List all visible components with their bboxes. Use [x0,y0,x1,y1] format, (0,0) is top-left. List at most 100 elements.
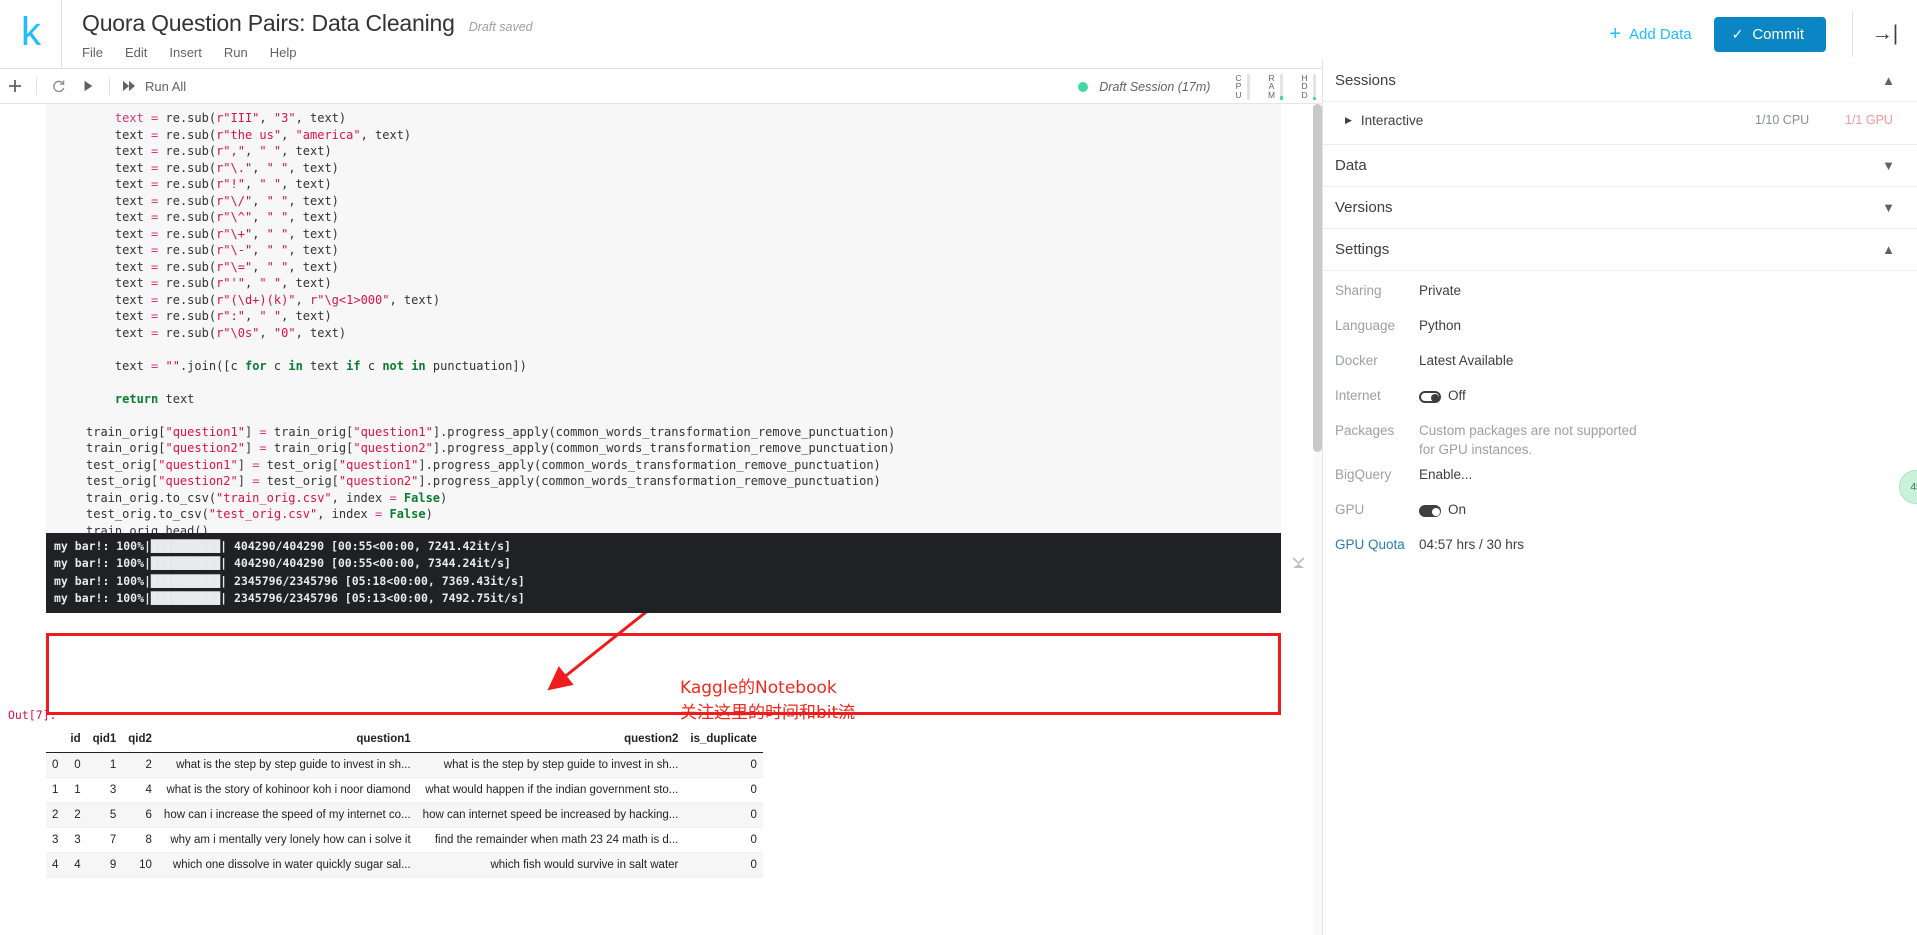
cell-qid1: 1 [86,752,123,778]
cell-is-duplicate: 0 [684,827,763,853]
cpu-meter-bar [1246,73,1250,100]
code-line: text = re.sub(r"\-", " ", text) [86,243,339,257]
collapse-right-icon: →| [1871,22,1899,45]
divider [36,77,37,95]
commit-button[interactable]: ✓ Commit [1713,16,1826,52]
notebook-body: text = re.sub(r"III", "3", text) text = … [0,104,1322,935]
run-cell-button[interactable] [73,69,103,104]
cpu-meter[interactable]: CPU [1235,73,1250,100]
chevron-right-icon: ▶ [1345,114,1352,125]
cell-question1: what is the story of kohinoor koh i noor… [157,777,417,803]
session-row-interactive[interactable]: ▶ Interactive 1/10 CPU 1/1 GPU [1323,102,1917,138]
cell-qid2: 4 [122,777,158,803]
settings-section-header[interactable]: Settings ▲ [1323,229,1917,271]
code-editor-content[interactable]: text = re.sub(r"III", "3", text) text = … [46,110,1281,539]
col-question1: question1 [157,729,417,753]
setting-key: GPU [1335,502,1365,517]
cell-index: 1 [46,777,65,803]
code-line: text = re.sub(r"\+", " ", text) [86,226,339,241]
cell-qid2: 10 [122,852,158,878]
code-cell[interactable]: text = re.sub(r"III", "3", text) text = … [46,104,1281,551]
col-id: id [64,729,87,753]
code-line: text = "".join([c for c in text if c not… [86,358,527,373]
run-all-button[interactable]: Run All [122,79,186,94]
cell-qid2: 6 [122,802,158,828]
gpu-toggle[interactable] [1419,505,1448,517]
notebook-scrollbar-thumb[interactable] [1313,104,1322,452]
cell-index: 0 [46,752,65,778]
cell-question2: find the remainder when math 23 24 math … [416,827,685,853]
add-cell-button[interactable] [0,69,30,104]
setting-gpu-quota[interactable]: GPU Quota 04:57 hrs / 30 hrs [1323,535,1917,564]
table-header: id qid1 qid2 question1 question2 is_dupl… [46,729,763,753]
collapse-output-button[interactable] [1287,552,1309,574]
code-line: text = re.sub(r"\.", " ", text) [86,160,339,175]
add-data-label: Add Data [1629,25,1692,43]
notebook-toolbar: Run All Draft Session (17m) CPU RAM HDD [0,69,1322,104]
hdd-meter[interactable]: HDD [1301,73,1316,100]
versions-section-header[interactable]: Versions ▼ [1323,187,1917,229]
setting-internet[interactable]: Internet Off [1323,386,1917,415]
refresh-icon [52,80,64,92]
code-line: text = re.sub(r":", " ", text) [86,309,332,323]
cell-qid2: 8 [122,827,158,853]
cell-id: 3 [64,827,87,853]
cell-question2: which fish would survive in salt water [416,852,685,878]
session-status: Draft Session (17m) CPU RAM HDD [1078,69,1322,104]
terminal-line: my bar!: 100%|██████████| 404290/404290 … [54,539,511,553]
cell-question2: how can internet speed be increased by h… [416,802,685,828]
setting-key[interactable]: GPU Quota [1335,535,1419,554]
code-line: return text [114,391,195,406]
cell-question1: why am i mentally very lonely how can i … [157,827,417,853]
col-qid1: qid1 [86,729,123,753]
sessions-section-header[interactable]: Sessions ▲ [1323,60,1917,102]
add-data-button[interactable]: + Add Data [1609,24,1691,44]
gpu-toggle-label: On [1448,502,1467,517]
code-line: text = re.sub(r"\0s", "0", text) [86,325,347,340]
setting-gpu[interactable]: GPU On [1323,500,1917,529]
collapse-panel-button[interactable]: →| [1853,0,1917,68]
menu-item-run[interactable]: Run [224,45,248,60]
chevron-up-icon: ▲ [1882,73,1895,88]
setting-language[interactable]: Language Python [1323,316,1917,345]
restart-session-button[interactable] [43,69,73,104]
cell-output-terminal: my bar!: 100%|██████████| 404290/404290 … [46,533,1281,613]
menu-item-edit[interactable]: Edit [125,45,147,60]
kaggle-logo[interactable]: k [0,0,62,68]
table-row: 1 1 3 4 what is the story of kohinoor ko… [46,777,763,803]
cell-id: 1 [64,777,87,803]
annotation-text: Kaggle的Notebook 关注这里的时间和bit流 [680,678,856,723]
internet-toggle[interactable] [1419,391,1448,403]
code-line: train_orig["question2"] = train_orig["qu… [86,441,896,455]
ram-meter-bar [1280,73,1284,100]
setting-value[interactable]: Enable... [1419,465,1472,484]
menu-item-help[interactable]: Help [270,45,297,60]
dataframe-output: id qid1 qid2 question1 question2 is_dupl… [46,729,763,878]
setting-key: Internet [1335,388,1381,403]
setting-value: 04:57 hrs / 30 hrs [1419,537,1525,552]
sessions-title: Sessions [1335,72,1396,89]
setting-sharing[interactable]: Sharing Private [1323,281,1917,310]
code-line: test_orig["question1"] = test_orig["ques… [86,457,881,472]
setting-docker[interactable]: Docker Latest Available [1323,351,1917,380]
plus-icon [9,80,21,92]
setting-value: Private [1419,283,1462,298]
kaggle-logo-icon: k [21,10,41,54]
cell-question1: how can i increase the speed of my inter… [157,802,417,828]
setting-bigquery[interactable]: BigQuery Enable... [1323,465,1917,494]
table-row: 3 3 7 8 why am i mentally very lonely ho… [46,827,763,853]
menu-item-file[interactable]: File [82,45,103,60]
session-status-text: Draft Session (17m) [1099,79,1211,94]
data-section-header[interactable]: Data ▼ [1323,145,1917,187]
data-title: Data [1335,157,1367,174]
cell-question1: what is the step by step guide to invest… [157,752,417,778]
cell-is-duplicate: 0 [684,852,763,878]
menu-item-insert[interactable]: Insert [169,45,202,60]
ram-meter[interactable]: RAM [1268,73,1284,100]
check-icon: ✓ [1731,25,1744,42]
code-line: text = re.sub(r",", " ", text) [86,144,332,158]
title-row: Quora Question Pairs: Data Cleaning Draf… [82,10,1609,37]
code-line: test_orig.to_csv("test_orig.csv", index … [86,507,433,521]
cell-is-duplicate: 0 [684,752,763,778]
page-title[interactable]: Quora Question Pairs: Data Cleaning [82,10,455,37]
